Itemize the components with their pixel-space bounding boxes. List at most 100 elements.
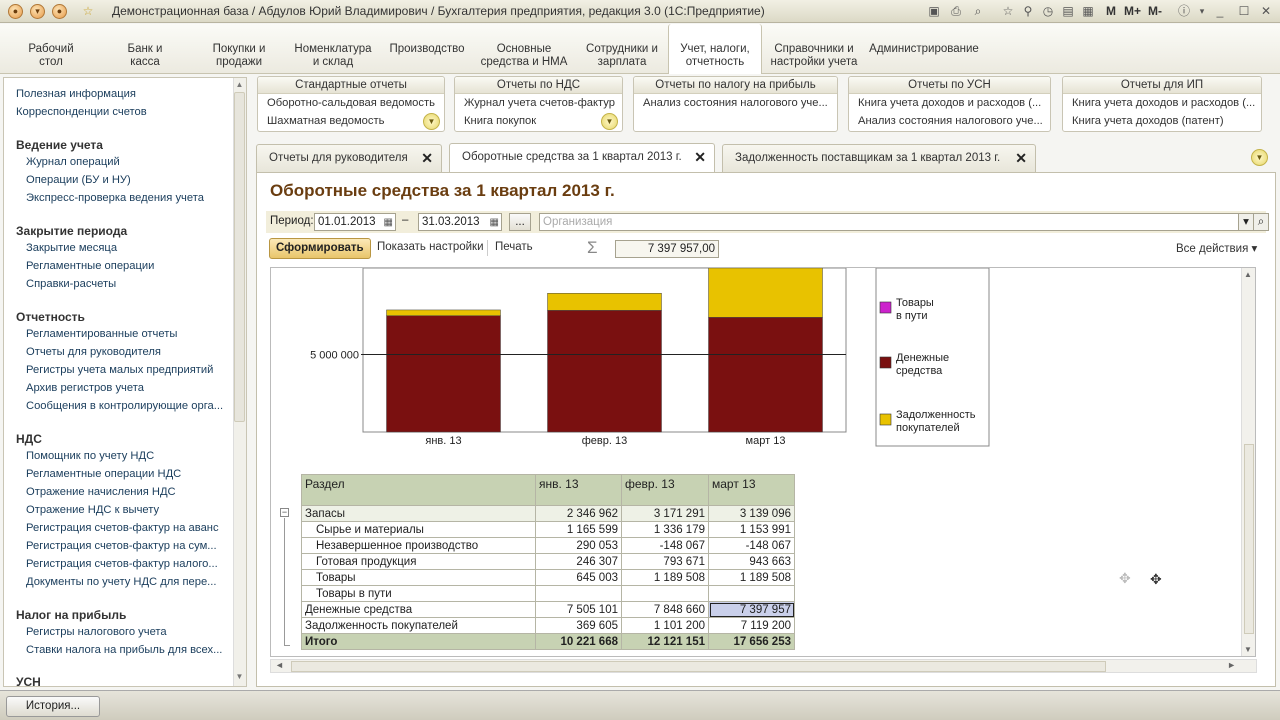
date-to-field[interactable]: 31.03.2013 ▦ xyxy=(418,213,502,231)
report-horizontal-scrollbar[interactable]: ◄ ► xyxy=(270,659,1257,673)
sidebar-item[interactable]: Регистрация счетов-фактур на аванс xyxy=(26,522,219,534)
calculator-icon[interactable]: ▤ xyxy=(1060,3,1076,19)
chevron-down-icon[interactable]: ▾ xyxy=(1238,213,1254,231)
history-button[interactable]: История... xyxy=(6,696,100,717)
date-from-field[interactable]: 01.01.2013 ▦ xyxy=(314,213,396,231)
memory-plus-button[interactable]: M+ xyxy=(1124,4,1141,18)
sidebar-item-correspondence[interactable]: Корреспонденции счетов xyxy=(16,106,147,118)
organization-field[interactable]: Организация xyxy=(539,213,1252,231)
cell[interactable]: 369 605 xyxy=(535,617,622,634)
expand-panel-icon[interactable]: ▼ xyxy=(601,113,618,130)
section-bank[interactable]: Банк и касса xyxy=(112,24,178,74)
sidebar-item-useful-info[interactable]: Полезная информация xyxy=(16,88,136,100)
cell[interactable]: 246 307 xyxy=(535,553,622,570)
tab-supplier-debt[interactable]: Задолженность поставщикам за 1 квартал 2… xyxy=(722,144,1036,172)
panel-link[interactable]: Шахматная ведомость xyxy=(267,115,384,127)
sidebar-item[interactable]: Отчеты для руководителя xyxy=(26,346,161,358)
tabs-menu-icon[interactable]: ▼ xyxy=(1251,149,1268,166)
section-production[interactable]: Производство xyxy=(386,24,468,74)
table-row[interactable]: Товары в пути xyxy=(301,585,795,602)
sidebar-item[interactable]: Справки-расчеты xyxy=(26,278,116,290)
panel-link[interactable]: Книга покупок xyxy=(464,115,536,127)
memory-m-button[interactable]: M xyxy=(1106,4,1116,18)
cell[interactable]: 17 656 253 xyxy=(708,633,795,650)
info-icon[interactable]: ⓘ xyxy=(1176,3,1192,19)
sidebar-item[interactable]: Операции (БУ и НУ) xyxy=(26,174,131,186)
calendar-icon[interactable]: ▦ xyxy=(1080,3,1096,19)
tab-managers-reports[interactable]: Отчеты для руководителя ✕ xyxy=(256,144,442,172)
table-row[interactable]: Готовая продукция 246 307 793 671 943 66… xyxy=(301,553,795,570)
app-menu-icon[interactable]: ● xyxy=(8,4,23,19)
cell[interactable] xyxy=(708,585,795,602)
memory-minus-button[interactable]: M- xyxy=(1148,4,1162,18)
sidebar-item[interactable]: Регистрация счетов-фактур на сум... xyxy=(26,540,217,552)
cell[interactable]: 7 119 200 xyxy=(708,617,795,634)
sidebar-item[interactable]: Регламентные операции xyxy=(26,260,154,272)
cell[interactable]: 3 139 096 xyxy=(708,505,795,522)
table-row[interactable]: Товары 645 003 1 189 508 1 189 508 xyxy=(301,569,795,586)
panel-link[interactable]: Книга учета доходов и расходов (... xyxy=(858,97,1041,109)
total-row[interactable]: Итого 10 221 668 12 121 151 17 656 253 xyxy=(301,633,795,650)
history-icon[interactable]: ◷ xyxy=(1040,3,1056,19)
close-icon[interactable]: ✕ xyxy=(1258,3,1274,19)
sidebar-item[interactable]: Документы по учету НДС для пере... xyxy=(26,576,217,588)
cell[interactable]: 7 848 660 xyxy=(621,601,709,618)
calendar-icon[interactable]: ▦ xyxy=(384,215,393,231)
cell[interactable]: 1 336 179 xyxy=(621,521,709,538)
calendar-icon[interactable]: ▦ xyxy=(490,215,499,231)
all-actions-menu[interactable]: Все действия ▾ xyxy=(1176,241,1257,255)
cell[interactable] xyxy=(535,585,622,602)
scroll-right-icon[interactable]: ► xyxy=(1227,660,1236,670)
scroll-down-icon[interactable]: ▼ xyxy=(234,672,245,684)
sidebar-item[interactable]: Архив регистров учета xyxy=(26,382,144,394)
table-row[interactable]: Незавершенное производство 290 053 -148 … xyxy=(301,537,795,554)
sidebar-item[interactable]: Журнал операций xyxy=(26,156,120,168)
sidebar-item[interactable]: Регламентированные отчеты xyxy=(26,328,177,340)
chevron-down-icon[interactable]: ▾ xyxy=(1194,3,1210,19)
cell[interactable]: 1 189 508 xyxy=(708,569,795,586)
section-accounting[interactable]: Учет, налоги, отчетность xyxy=(668,24,762,74)
sidebar-item[interactable]: Регламентные операции НДС xyxy=(26,468,181,480)
sidebar-item[interactable]: Закрытие месяца xyxy=(26,242,117,254)
save-icon[interactable]: ▣ xyxy=(926,3,942,19)
sidebar-item[interactable]: Отражение начисления НДС xyxy=(26,486,176,498)
scroll-up-icon[interactable]: ▲ xyxy=(1244,270,1252,279)
show-settings-button[interactable]: Показать настройки xyxy=(377,241,484,253)
favorite-icon[interactable]: ☆ xyxy=(1000,3,1016,19)
cell[interactable]: 793 671 xyxy=(621,553,709,570)
scroll-up-icon[interactable]: ▲ xyxy=(234,80,245,92)
section-admin[interactable]: Администрирование xyxy=(868,24,980,74)
scrollbar-thumb[interactable] xyxy=(1244,444,1254,634)
chevron-down-icon[interactable]: ▾ xyxy=(30,4,45,19)
table-row[interactable]: Запасы 2 346 962 3 171 291 3 139 096 xyxy=(301,505,795,522)
table-row[interactable]: Сырье и материалы 1 165 599 1 336 179 1 … xyxy=(301,521,795,538)
generate-button[interactable]: Сформировать xyxy=(269,238,371,259)
maximize-icon[interactable]: ☐ xyxy=(1236,3,1252,19)
cell[interactable]: 1 189 508 xyxy=(621,569,709,586)
sidebar-item[interactable]: Регистры учета малых предприятий xyxy=(26,364,213,376)
cell[interactable]: 10 221 668 xyxy=(535,633,622,650)
section-purchases[interactable]: Покупки и продажи xyxy=(204,24,274,74)
cell[interactable]: 1 101 200 xyxy=(621,617,709,634)
preview-icon[interactable]: ⌕ xyxy=(970,3,986,19)
cell[interactable]: 12 121 151 xyxy=(621,633,709,650)
sidebar-item[interactable]: Отражение НДС к вычету xyxy=(26,504,159,516)
panel-link[interactable]: Книга учета доходов и расходов (... xyxy=(1072,97,1255,109)
scroll-left-icon[interactable]: ◄ xyxy=(275,660,284,670)
period-select-button[interactable]: ... xyxy=(509,213,531,231)
sidebar-item[interactable]: Ставки налога на прибыль для всех... xyxy=(26,644,222,656)
scrollbar-thumb[interactable] xyxy=(234,92,245,422)
table-row[interactable]: Задолженность покупателей 369 605 1 101 … xyxy=(301,617,795,634)
cell[interactable]: -148 067 xyxy=(621,537,709,554)
sidebar-item[interactable]: Регистры налогового учета xyxy=(26,626,167,638)
close-icon[interactable]: ✕ xyxy=(421,145,433,171)
expand-panel-icon[interactable]: ▼ xyxy=(423,113,440,130)
cell[interactable]: 1 153 991 xyxy=(708,521,795,538)
selected-cell[interactable]: 7 397 957 xyxy=(708,601,795,618)
sidebar-scrollbar[interactable]: ▲ ▼ xyxy=(233,78,246,686)
search-icon[interactable]: ⌕ xyxy=(1253,213,1269,231)
panel-link[interactable]: Анализ состояния налогового уче... xyxy=(643,97,828,109)
panel-link[interactable]: Книга учета доходов (патент) xyxy=(1072,115,1224,127)
cell[interactable]: 645 003 xyxy=(535,569,622,586)
sidebar-item[interactable]: Сообщения в контролирующие орга... xyxy=(26,400,223,412)
